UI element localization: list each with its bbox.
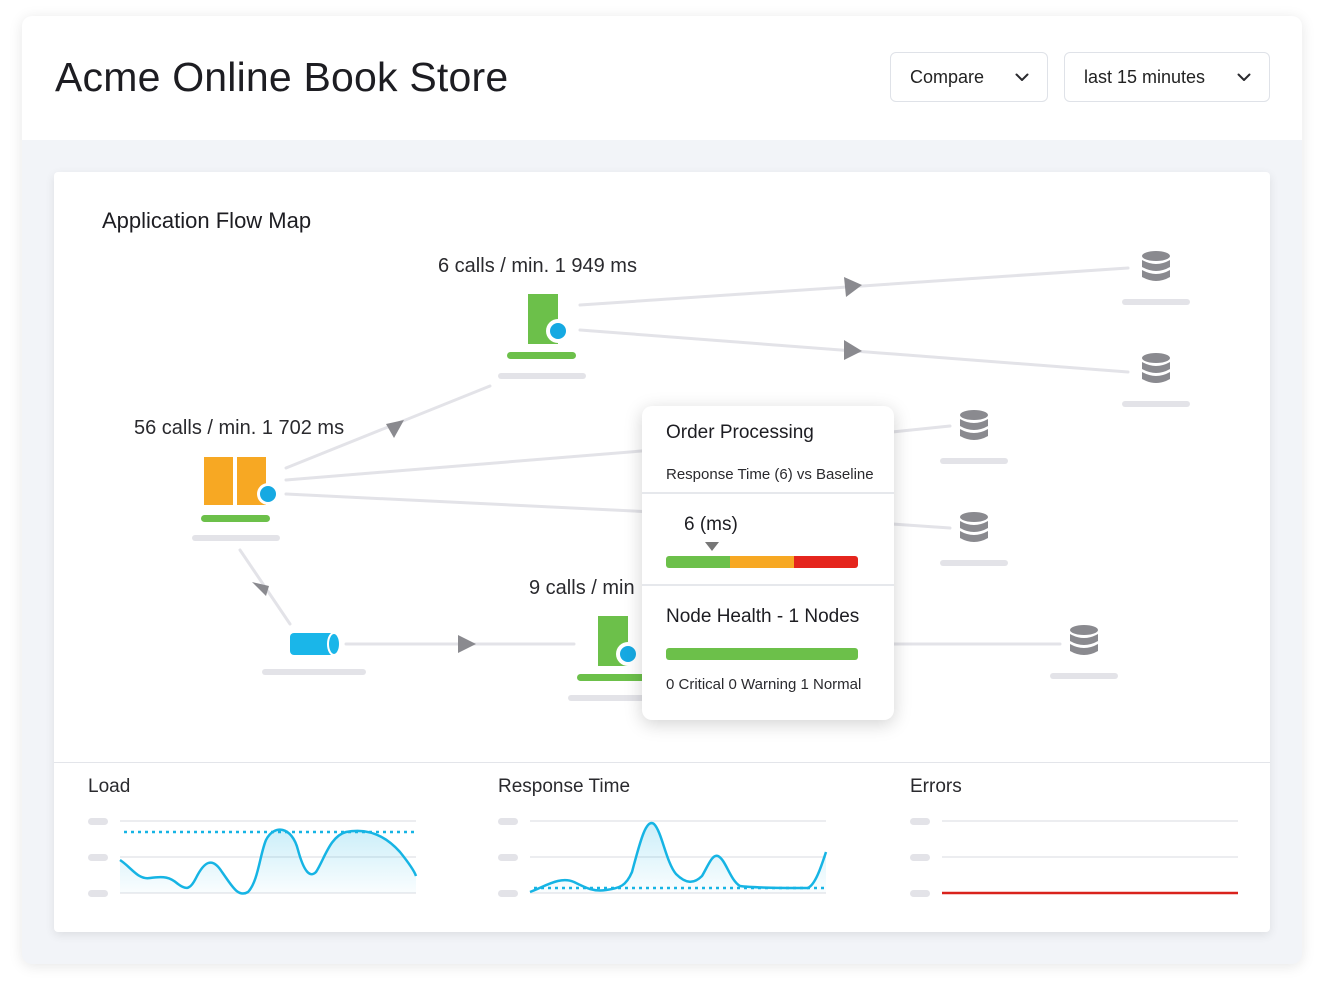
time-range-dropdown[interactable]: last 15 minutes xyxy=(1064,52,1270,102)
load-sparkline xyxy=(88,818,418,897)
axis-tick-placeholder xyxy=(498,890,518,897)
axis-tick-placeholder xyxy=(88,854,108,861)
chevron-down-icon xyxy=(1237,73,1251,81)
errors-sparkline xyxy=(910,818,1238,897)
response-time-sparkline xyxy=(498,818,828,897)
compare-dropdown-label: Compare xyxy=(910,66,985,87)
axis-tick-placeholder xyxy=(910,890,930,897)
axis-tick-placeholder xyxy=(88,890,108,897)
axis-tick-placeholder xyxy=(910,854,930,861)
header-bar: Acme Online Book Store Compare last 15 m… xyxy=(22,16,1302,140)
time-range-label: last 15 minutes xyxy=(1084,66,1206,87)
page-title: Acme Online Book Store xyxy=(55,54,509,100)
axis-tick-placeholder xyxy=(910,818,930,825)
app-window: Acme Online Book Store Compare last 15 m… xyxy=(22,16,1302,964)
axis-tick-placeholder xyxy=(498,818,518,825)
compare-dropdown[interactable]: Compare xyxy=(890,52,1048,102)
axis-tick-placeholder xyxy=(88,818,108,825)
chevron-down-icon xyxy=(1015,73,1029,81)
axis-tick-placeholder xyxy=(498,854,518,861)
metrics-sparklines xyxy=(88,818,1238,897)
flow-map-card: Application Flow Map 56 calls / min. 1 7… xyxy=(54,172,1270,932)
